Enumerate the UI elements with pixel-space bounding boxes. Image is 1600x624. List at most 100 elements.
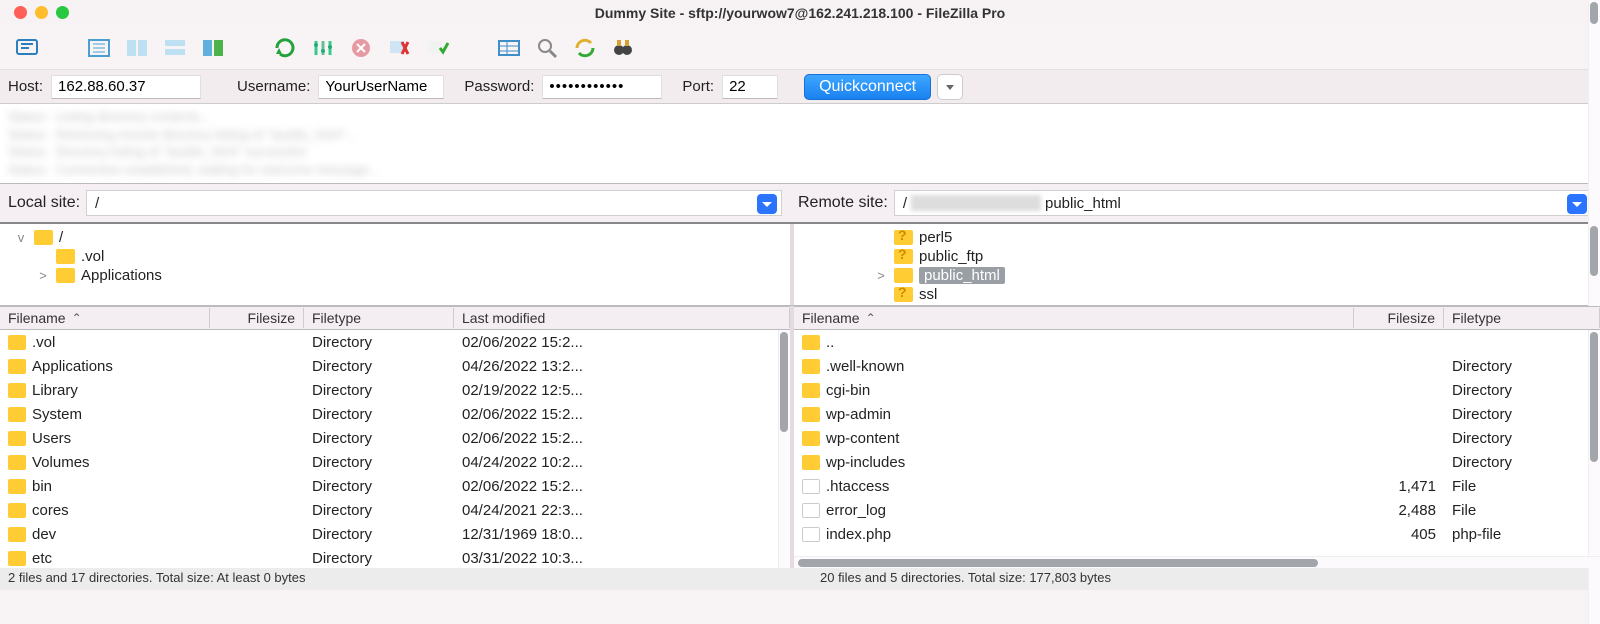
col-filesize[interactable]: Filesize [210, 308, 304, 328]
tree-item-label: / [59, 229, 63, 246]
filter-icon[interactable] [306, 33, 340, 63]
unknown-folder-icon [894, 230, 913, 245]
file-lists: Filename Filesize Filetype Last modified… [0, 306, 1600, 568]
local-tree[interactable]: v/>.vol>Applications [0, 224, 790, 305]
file-row[interactable]: index.php405php-file [794, 522, 1600, 546]
filetype: Directory [1444, 358, 1600, 375]
quickconnect-history-dropdown[interactable] [937, 74, 963, 100]
remote-file-headers[interactable]: Filename Filesize Filetype [794, 306, 1600, 330]
tree-item[interactable]: >.vol [8, 247, 782, 266]
file-row[interactable]: .volDirectory02/06/2022 15:2... [0, 330, 790, 354]
refresh-icon[interactable] [268, 33, 302, 63]
col-filetype[interactable]: Filetype [304, 308, 454, 328]
queue-icon[interactable] [492, 33, 526, 63]
filename: Library [32, 382, 78, 399]
remote-rows[interactable]: ...well-knownDirectorycgi-binDirectorywp… [794, 330, 1600, 556]
username-input[interactable] [318, 75, 444, 99]
toolbar [0, 26, 1600, 70]
layout-tree-icon[interactable] [82, 33, 116, 63]
close-window-button[interactable] [14, 6, 27, 19]
compare-icon[interactable] [568, 33, 602, 63]
binoculars-icon[interactable] [606, 33, 640, 63]
password-input[interactable] [542, 75, 662, 99]
chevron-icon[interactable]: v [14, 230, 28, 245]
chevron-icon[interactable]: > [36, 268, 50, 283]
filetype: Directory [304, 550, 454, 567]
file-icon [802, 527, 820, 542]
folder-icon [8, 551, 26, 566]
scrollbar[interactable] [1588, 224, 1600, 305]
col-filename[interactable]: Filename [0, 308, 210, 328]
site-manager-icon[interactable] [10, 33, 44, 63]
tree-item-label: Applications [81, 267, 162, 284]
zoom-window-button[interactable] [56, 6, 69, 19]
col-filesize[interactable]: Filesize [1354, 308, 1444, 328]
layout-list-icon[interactable] [158, 33, 192, 63]
minimize-window-button[interactable] [35, 6, 48, 19]
file-row[interactable]: coresDirectory04/24/2021 22:3... [0, 498, 790, 522]
file-row[interactable]: wp-includesDirectory [794, 450, 1600, 474]
file-modified: 04/24/2021 22:3... [454, 502, 790, 519]
message-log: Status: Listing directory contents... St… [0, 104, 1600, 184]
file-row[interactable]: devDirectory12/31/1969 18:0... [0, 522, 790, 546]
file-row[interactable]: error_log2,488File [794, 498, 1600, 522]
file-row[interactable]: ApplicationsDirectory04/26/2022 13:2... [0, 354, 790, 378]
folder-icon [34, 230, 53, 245]
col-modified[interactable]: Last modified [454, 308, 790, 328]
filetype: File [1444, 502, 1600, 519]
file-row[interactable]: wp-contentDirectory [794, 426, 1600, 450]
layout-sync-icon[interactable] [196, 33, 230, 63]
username-label: Username: [237, 78, 310, 95]
tree-item[interactable]: >ssl [802, 285, 1592, 304]
file-row[interactable]: SystemDirectory02/06/2022 15:2... [0, 402, 790, 426]
file-row[interactable]: wp-adminDirectory [794, 402, 1600, 426]
local-rows[interactable]: .volDirectory02/06/2022 15:2...Applicati… [0, 330, 790, 568]
cancel-icon[interactable] [344, 33, 378, 63]
host-input[interactable] [51, 75, 201, 99]
file-modified: 04/24/2022 10:2... [454, 454, 790, 471]
file-row[interactable]: binDirectory02/06/2022 15:2... [0, 474, 790, 498]
col-filetype[interactable]: Filetype [1444, 308, 1600, 328]
local-file-headers[interactable]: Filename Filesize Filetype Last modified [0, 306, 790, 330]
unknown-folder-icon [894, 287, 913, 302]
disconnect-icon[interactable] [382, 33, 416, 63]
tree-item[interactable]: >public_html [802, 266, 1592, 285]
remote-site-path[interactable]: / public_html [894, 190, 1592, 216]
col-filename[interactable]: Filename [794, 308, 1354, 328]
tree-item[interactable]: >perl5 [802, 228, 1592, 247]
tree-item[interactable]: > Applications [8, 266, 782, 285]
file-row[interactable]: etcDirectory03/31/2022 10:3... [0, 546, 790, 568]
filename: System [32, 406, 82, 423]
file-row[interactable]: VolumesDirectory04/24/2022 10:2... [0, 450, 790, 474]
layout-split-icon[interactable] [120, 33, 154, 63]
search-icon[interactable] [530, 33, 564, 63]
filename: .vol [32, 334, 55, 351]
quickconnect-button[interactable]: Quickconnect [804, 74, 931, 100]
chevron-icon[interactable]: > [874, 268, 888, 283]
local-site-path[interactable]: / [86, 190, 782, 216]
filetype: Directory [304, 334, 454, 351]
port-input[interactable] [722, 75, 778, 99]
local-path-dropdown[interactable] [757, 194, 777, 214]
file-icon [802, 479, 820, 494]
tree-item[interactable]: v/ [8, 228, 782, 247]
file-row[interactable]: .well-knownDirectory [794, 354, 1600, 378]
file-row[interactable]: .. [794, 330, 1600, 354]
filetype: Directory [304, 406, 454, 423]
file-row[interactable]: cgi-binDirectory [794, 378, 1600, 402]
file-row[interactable]: .htaccess1,471File [794, 474, 1600, 498]
file-row[interactable]: LibraryDirectory02/19/2022 12:5... [0, 378, 790, 402]
remote-tree[interactable]: >perl5>public_ftp>public_html>ssl [794, 224, 1600, 305]
filename: etc [32, 550, 52, 567]
folder-icon [8, 359, 26, 374]
tree-item[interactable]: >public_ftp [802, 247, 1592, 266]
tree-item-label: ssl [919, 286, 937, 303]
remote-path-dropdown[interactable] [1567, 194, 1587, 214]
filename: Volumes [32, 454, 90, 471]
file-row[interactable]: UsersDirectory02/06/2022 15:2... [0, 426, 790, 450]
scrollbar[interactable] [794, 556, 1600, 568]
reconnect-icon[interactable] [420, 33, 454, 63]
scrollbar[interactable] [1588, 330, 1600, 556]
folder-icon [8, 527, 26, 542]
scrollbar[interactable] [778, 330, 790, 568]
